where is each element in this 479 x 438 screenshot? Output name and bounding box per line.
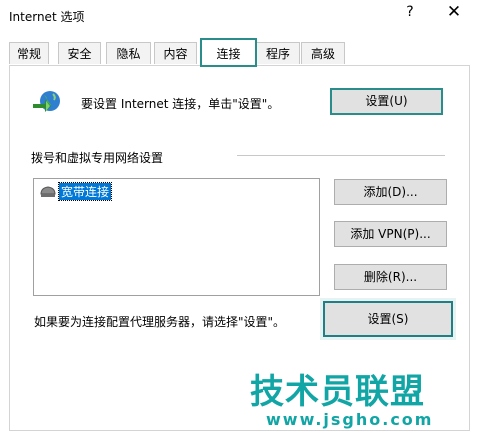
tab-security[interactable]: 安全 xyxy=(58,42,101,64)
list-item-label: 宽带连接 xyxy=(57,181,113,201)
watermark-title: 技术员联盟 xyxy=(250,372,425,412)
list-item[interactable]: 宽带连接 xyxy=(39,181,113,201)
tab-connections[interactable]: 连接 xyxy=(200,38,257,67)
setup-u-button[interactable]: 设置(U) xyxy=(330,88,443,115)
watermark-url: www.jsgho.com xyxy=(266,410,434,429)
watermark: 技术员联盟 www.jsgho.com xyxy=(250,364,431,429)
globe-network-icon xyxy=(32,88,62,116)
proxy-text: 如果要为连接配置代理服务器，请选择"设置"。 xyxy=(34,315,286,329)
tab-strip: 常规 安全 隐私 内容 连接 程序 高级 xyxy=(0,38,479,67)
tab-general[interactable]: 常规 xyxy=(9,42,49,64)
tab-content[interactable]: 内容 xyxy=(154,42,197,64)
tab-privacy[interactable]: 隐私 xyxy=(106,42,151,64)
remove-button[interactable]: 删除(R)... xyxy=(334,264,447,290)
add-vpn-button[interactable]: 添加 VPN(P)... xyxy=(334,221,447,247)
close-icon[interactable]: ✕ xyxy=(444,2,464,22)
heading-separator xyxy=(237,155,445,156)
title-bar: Internet 选项 ? ✕ xyxy=(0,0,479,32)
tab-programs[interactable]: 程序 xyxy=(256,42,300,64)
setup-text: 要设置 Internet 连接，单击"设置"。 xyxy=(81,97,280,111)
dialup-heading: 拨号和虚拟专用网络设置 xyxy=(31,151,164,165)
connection-list[interactable]: 宽带连接 xyxy=(33,178,320,296)
window-title: Internet 选项 xyxy=(9,10,85,24)
setup-s-button[interactable]: 设置(S) xyxy=(320,298,456,340)
tab-advanced[interactable]: 高级 xyxy=(301,42,345,64)
help-icon[interactable]: ? xyxy=(402,4,418,20)
modem-icon xyxy=(39,184,57,198)
add-button[interactable]: 添加(D)... xyxy=(334,179,447,205)
